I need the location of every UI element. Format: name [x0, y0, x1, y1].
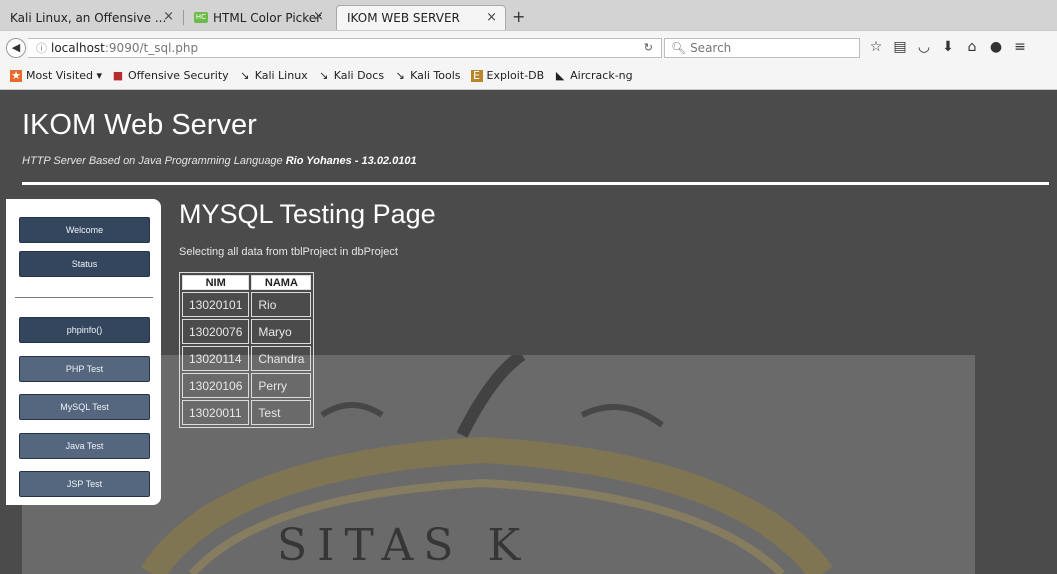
chat-icon[interactable]: ●: [984, 39, 1008, 55]
reading-list-icon[interactable]: ▤: [888, 39, 912, 55]
kali-icon: ↘: [395, 68, 405, 82]
kali-icon: ↘: [240, 68, 250, 82]
bookmark-star-icon[interactable]: ☆: [864, 39, 888, 55]
search-input[interactable]: [690, 41, 851, 55]
bookmark-exploit-db[interactable]: E Exploit-DB: [470, 69, 544, 82]
site-info-icon[interactable]: ⓘ: [36, 42, 47, 55]
aircrack-icon: ◣: [555, 68, 565, 82]
cell-nama: Perry: [251, 373, 312, 398]
pocket-icon[interactable]: ◡: [912, 39, 936, 55]
sidebar-item-status[interactable]: Status: [19, 251, 150, 277]
search-box[interactable]: 🔍︎: [664, 38, 860, 58]
page-title: IKOM Web Server: [22, 109, 257, 141]
download-icon[interactable]: ⬇: [936, 39, 960, 55]
table-row: 13020076 Maryo: [182, 319, 312, 344]
table-row: 13020106 Perry: [182, 373, 312, 398]
url-path: :9090/t_sql.php: [104, 41, 199, 55]
tab-kali-linux[interactable]: Kali Linux, an Offensive ... ×: [0, 5, 182, 30]
toolbar-icons: ☆ ▤ ◡ ⬇ ⌂ ● ≡: [864, 39, 1032, 55]
cell-nama: Test: [251, 400, 312, 425]
column-header-nama: NAMA: [251, 275, 312, 290]
results-table: NIM NAMA 13020101 Rio 13020076 Maryo 130…: [179, 272, 315, 428]
bookmark-offensive-security[interactable]: ■ Offensive Security: [112, 69, 229, 82]
search-icon: 🔍︎: [671, 41, 687, 55]
offensive-security-icon: ■: [112, 68, 124, 82]
close-icon[interactable]: ×: [163, 9, 174, 24]
url-host: localhost: [51, 41, 105, 55]
sidebar-item-php-test[interactable]: PHP Test: [19, 356, 150, 382]
cell-nama: Maryo: [251, 319, 312, 344]
bookmarks-bar: ★ Most Visited ▾ ■ Offensive Security ↘ …: [0, 62, 1057, 90]
header-divider: [22, 182, 1049, 185]
url-bar[interactable]: ⓘ localhost:9090/t_sql.php ↻: [28, 38, 662, 58]
cell-nama: Chandra: [251, 346, 312, 371]
bookmark-most-visited[interactable]: ★ Most Visited ▾: [10, 69, 102, 82]
back-button[interactable]: ◀: [6, 38, 26, 58]
close-icon[interactable]: ×: [313, 9, 324, 24]
new-tab-button[interactable]: +: [512, 7, 525, 26]
sidebar-menu: Welcome Status phpinfo() PHP Test MySQL …: [6, 199, 161, 505]
bookmark-kali-linux[interactable]: ↘ Kali Linux: [239, 69, 308, 82]
main-description: Selecting all data from tblProject in db…: [179, 246, 398, 258]
bookmark-kali-docs[interactable]: ↘ Kali Docs: [318, 69, 384, 82]
cell-nama: Rio: [251, 292, 312, 317]
exploit-db-icon: E: [470, 69, 483, 82]
most-visited-icon: ★: [10, 68, 22, 82]
bookmark-aircrack-ng[interactable]: ◣ Aircrack-ng: [554, 69, 633, 82]
cell-nim: 13020011: [182, 400, 250, 425]
sidebar-item-phpinfo[interactable]: phpinfo(): [19, 317, 150, 343]
seal-text: SITAS K: [277, 520, 530, 571]
table-row: 13020114 Chandra: [182, 346, 312, 371]
tab-html-color-picker[interactable]: HC HTML Color Picker ×: [184, 5, 332, 30]
sidebar-item-welcome[interactable]: Welcome: [19, 217, 150, 243]
navigation-bar: ◀ ⓘ localhost:9090/t_sql.php ↻ 🔍︎ ☆ ▤ ◡ ⬇…: [0, 30, 1057, 62]
cell-nim: 13020076: [182, 319, 250, 344]
home-icon[interactable]: ⌂: [960, 39, 984, 55]
cell-nim: 13020101: [182, 292, 250, 317]
html-color-picker-favicon-icon: HC: [194, 12, 208, 23]
tab-ikom-web-server[interactable]: IKOM WEB SERVER ×: [336, 5, 506, 30]
bookmark-kali-tools[interactable]: ↘ Kali Tools: [394, 69, 460, 82]
cell-nim: 13020114: [182, 346, 250, 371]
sidebar-divider: [15, 297, 153, 298]
web-page: IKOM Web Server HTTP Server Based on Jav…: [0, 91, 1057, 574]
main-heading: MYSQL Testing Page: [179, 199, 436, 229]
university-seal-watermark: SITAS K: [22, 355, 975, 574]
cell-nim: 13020106: [182, 373, 250, 398]
sidebar-item-java-test[interactable]: Java Test: [19, 433, 150, 459]
tab-bar: Kali Linux, an Offensive ... × HC HTML C…: [0, 0, 1057, 30]
table-header-row: NIM NAMA: [182, 275, 312, 290]
kali-icon: ↘: [319, 68, 329, 82]
table-row: 13020011 Test: [182, 400, 312, 425]
column-header-nim: NIM: [182, 275, 250, 290]
reload-icon[interactable]: ↻: [644, 39, 653, 57]
table-row: 13020101 Rio: [182, 292, 312, 317]
close-icon[interactable]: ×: [486, 10, 497, 25]
sidebar-item-jsp-test[interactable]: JSP Test: [19, 471, 150, 497]
menu-icon[interactable]: ≡: [1008, 39, 1032, 55]
page-subtitle: HTTP Server Based on Java Programming La…: [22, 155, 417, 167]
sidebar-item-mysql-test[interactable]: MySQL Test: [19, 394, 150, 420]
author-credit: Rio Yohanes - 13.02.0101: [285, 155, 417, 167]
seal-graphic: SITAS K: [141, 355, 833, 574]
